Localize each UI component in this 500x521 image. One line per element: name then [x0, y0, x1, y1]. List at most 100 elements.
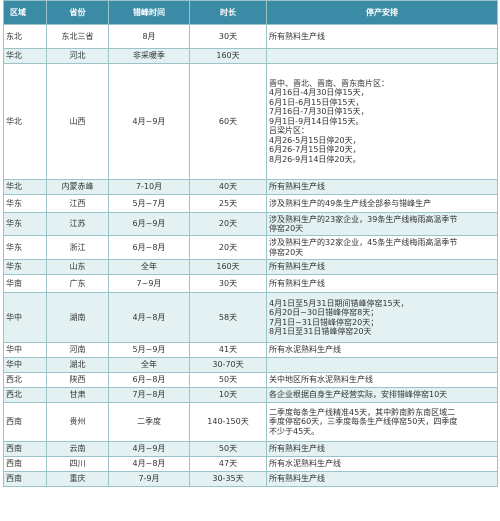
cell-duration: 10天	[189, 387, 267, 403]
cell-region: 华东	[3, 212, 47, 236]
plan-line: 7月16日-7月30日停15天，	[269, 107, 369, 117]
plan-line: 二季度每条生产线精准45天，其中黔南黔东南区域二	[269, 407, 456, 417]
cell-duration: 30天	[189, 274, 267, 293]
header-region: 区域	[3, 0, 47, 25]
cell-province: 河北	[46, 48, 109, 64]
cell-time: 5月~7月	[108, 194, 190, 213]
cell-duration: 140-150天	[189, 402, 267, 442]
plan-line: 所有熟料生产线	[269, 262, 325, 272]
plan-line: 不少于45天。	[269, 426, 320, 436]
cell-duration: 50天	[189, 372, 267, 388]
cell-plan: 晋中、晋北、晋南、晋东南片区： 4月16日-4月30日停15天， 6月1日-6月15…	[266, 63, 498, 180]
cell-province: 内蒙赤峰	[46, 179, 109, 195]
cell-time: 4月~8月	[108, 292, 190, 343]
cell-duration: 160天	[189, 48, 267, 64]
cell-duration: 20天	[189, 235, 267, 260]
cell-time: 5月~9月	[108, 342, 190, 358]
cell-region: 西北	[3, 387, 47, 403]
table-row: 西南 重庆 7-9月 30-35天 所有熟料生产线	[3, 471, 498, 487]
plan-line: 所有熟料生产线	[269, 182, 325, 192]
cell-province: 湖南	[46, 292, 109, 343]
plan-line: 关中地区所有水泥熟料生产线	[269, 375, 373, 385]
header-time: 错峰时间	[108, 0, 190, 25]
cell-time: 4月~9月	[108, 63, 190, 180]
cell-province: 江苏	[46, 212, 109, 236]
cell-time: 7月~8月	[108, 387, 190, 403]
cell-time: 非采暖季	[108, 48, 190, 64]
cell-region: 西南	[3, 441, 47, 457]
table-row: 华东 浙江 6月~8月 20天 涉及熟料生产的32家企业，45条生产线梅雨高温季节 停窑2…	[3, 235, 498, 260]
table-body: 东北 东北三省 8月 30天 所有熟料生产线 华北 河北 非采暖季 160天 华北 山西 4月~9月 6…	[3, 24, 498, 487]
cell-plan	[266, 357, 498, 373]
cell-plan: 各企业根据自身生产经营实际，安排错峰停窑10天	[266, 387, 498, 403]
cell-duration: 58天	[189, 292, 267, 343]
cell-province: 湖北	[46, 357, 109, 373]
plan-line: 4月1日至5月31日期间错峰停窑15天，	[269, 298, 409, 308]
cell-province: 浙江	[46, 235, 109, 260]
plan-line: 涉及熟料生产的49条生产线全部参与错峰生产	[269, 198, 432, 208]
cell-time: 6月~8月	[108, 372, 190, 388]
cell-plan: 涉及熟料生产的49条生产线全部参与错峰生产	[266, 194, 498, 213]
cell-region: 华北	[3, 63, 47, 180]
cell-region: 华东	[3, 194, 47, 213]
table-row: 西北 陕西 6月~8月 50天 关中地区所有水泥熟料生产线	[3, 372, 498, 388]
cell-duration: 20天	[189, 212, 267, 236]
plan-line: 所有水泥熟料生产线	[269, 345, 341, 355]
plan-line: 季度停窑60天，三季度每条生产线停窑50天，四季度	[269, 417, 458, 427]
cell-duration: 50天	[189, 441, 267, 457]
cell-duration: 30-35天	[189, 471, 267, 487]
cell-time: 4月~9月	[108, 441, 190, 457]
cell-province: 重庆	[46, 471, 109, 487]
plan-line: 所有熟料生产线	[269, 474, 325, 484]
cell-province: 贵州	[46, 402, 109, 442]
table-row: 西南 四川 4月~8月 47天 所有水泥熟料生产线	[3, 456, 498, 472]
cell-region: 东北	[3, 24, 47, 49]
table-row: 华东 江苏 6月~9月 20天 涉及熟料生产的23家企业，39条生产线梅雨高温季节 停窑2…	[3, 212, 498, 236]
plan-line: 所有熟料生产线	[269, 444, 325, 454]
cell-plan: 所有熟料生产线	[266, 179, 498, 195]
plan-line: 晋中、晋北、晋南、晋东南片区：	[269, 78, 389, 88]
table-row: 东北 东北三省 8月 30天 所有熟料生产线	[3, 24, 498, 49]
cell-plan	[266, 48, 498, 64]
table-row: 华南 广东 7~9月 30天 所有熟料生产线	[3, 274, 498, 293]
plan-line: 停窑20天	[269, 224, 304, 233]
table-row: 华北 山西 4月~9月 60天 晋中、晋北、晋南、晋东南片区： 4月16日-4月30日停1…	[3, 63, 498, 180]
cell-region: 西南	[3, 471, 47, 487]
plan-line: 4月26-5月15日停20天，	[269, 135, 361, 145]
cell-province: 陕西	[46, 372, 109, 388]
cell-province: 甘肃	[46, 387, 109, 403]
plan-line: 所有熟料生产线	[269, 31, 325, 41]
cell-duration: 60天	[189, 63, 267, 180]
table-row: 华东 江西 5月~7月 25天 涉及熟料生产的49条生产线全部参与错峰生产	[3, 194, 498, 213]
cell-plan: 所有熟料生产线	[266, 24, 498, 49]
header-province: 省份	[46, 0, 109, 25]
production-halt-table: 区域 省份 错峰时间 时长 停产安排 东北 东北三省 8月 30天 所有熟料生产线 华北河…	[3, 0, 498, 487]
table-row: 华北 河北 非采暖季 160天	[3, 48, 498, 64]
cell-region: 华东	[3, 259, 47, 275]
plan-line: 6月26-7月15日停20天，	[269, 145, 361, 155]
plan-line: 6月20日~30日错峰停窑8天；	[269, 308, 379, 317]
plan-line: 8月26-9月14日停20天。	[269, 154, 361, 164]
table-row: 华北 内蒙赤峰 7-10月 40天 所有熟料生产线	[3, 179, 498, 195]
cell-region: 华中	[3, 342, 47, 358]
cell-plan: 关中地区所有水泥熟料生产线	[266, 372, 498, 388]
cell-province: 山西	[46, 63, 109, 180]
cell-region: 西南	[3, 456, 47, 472]
cell-time: 7-10月	[108, 179, 190, 195]
plan-line: 涉及熟料生产的23家企业，39条生产线梅雨高温季节	[269, 214, 458, 224]
cell-region: 华中	[3, 357, 47, 373]
cell-time: 8月	[108, 24, 190, 49]
cell-plan: 所有熟料生产线	[266, 274, 498, 293]
table-row: 西南 贵州 二季度 140-150天 二季度每条生产线精准45天，其中黔南黔东南区域二季…	[3, 402, 498, 442]
plan-line: 所有水泥熟料生产线	[269, 459, 341, 469]
plan-line: 所有熟料生产线	[269, 278, 325, 288]
plan-line: 8月1日至31日错峰停窑20天	[269, 327, 372, 336]
cell-plan: 4月1日至5月31日期间错峰停窑15天， 6月20日~30日错峰停窑8天； 7月1日…	[266, 292, 498, 343]
header-duration: 时长	[189, 0, 267, 25]
cell-duration: 25天	[189, 194, 267, 213]
table-row: 西北 甘肃 7月~8月 10天 各企业根据自身生产经营实际，安排错峰停窑10天	[3, 387, 498, 403]
cell-plan: 涉及熟料生产的23家企业，39条生产线梅雨高温季节 停窑20天	[266, 212, 498, 236]
cell-time: 全年	[108, 259, 190, 275]
plan-line: 涉及熟料生产的32家企业，45条生产线梅雨高温季节	[269, 238, 458, 247]
cell-duration: 47天	[189, 456, 267, 472]
